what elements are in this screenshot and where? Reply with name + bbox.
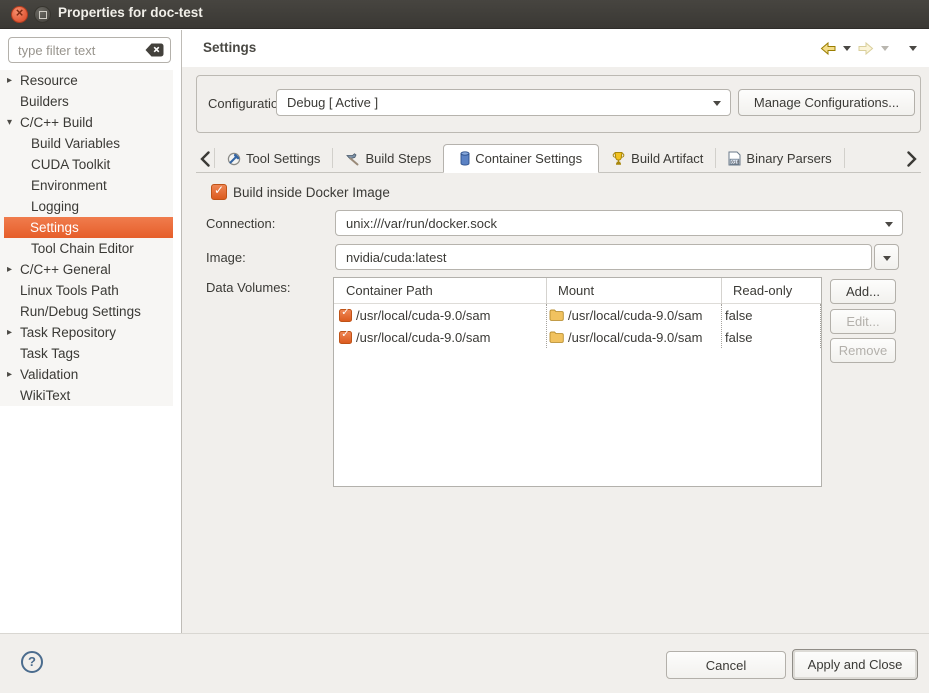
tab-binary-parsers[interactable]: 010 Binary Parsers bbox=[716, 145, 843, 172]
build-inside-docker-checkbox[interactable] bbox=[211, 184, 227, 200]
remove-volume-button[interactable]: Remove bbox=[830, 338, 896, 363]
filter-placeholder: type filter text bbox=[18, 43, 145, 58]
build-steps-icon bbox=[345, 152, 360, 166]
sidebar-item-run-debug-settings[interactable]: Run/Debug Settings bbox=[0, 301, 173, 322]
window-unmaximize-icon[interactable] bbox=[34, 6, 51, 23]
chevron-down-icon bbox=[713, 101, 721, 106]
filter-input[interactable]: type filter text bbox=[8, 37, 171, 63]
forward-arrow-icon[interactable] bbox=[858, 41, 874, 56]
sidebar-item-tool-chain-editor[interactable]: Tool Chain Editor bbox=[0, 238, 173, 259]
sidebar-item-logging[interactable]: Logging bbox=[0, 196, 173, 217]
sidebar-item-environment[interactable]: Environment bbox=[0, 175, 173, 196]
image-dropdown-button[interactable] bbox=[874, 244, 899, 270]
button-bar: ? Cancel Apply and Close bbox=[0, 633, 929, 693]
sidebar-item-task-repository[interactable]: ▸Task Repository bbox=[0, 322, 173, 343]
clear-filter-icon[interactable] bbox=[145, 43, 164, 57]
column-separator bbox=[546, 278, 547, 304]
sidebar-item-cpp-general[interactable]: ▸C/C++ General bbox=[0, 259, 173, 280]
column-separator bbox=[721, 278, 722, 304]
table-header[interactable]: Container Path Mount Read-only bbox=[334, 278, 821, 304]
window-title: Properties for doc-test bbox=[58, 5, 203, 20]
properties-tree: ▸Resource Builders ▾C/C++ Build Build Va… bbox=[0, 70, 173, 406]
sidebar-item-cpp-build[interactable]: ▾C/C++ Build bbox=[0, 112, 173, 133]
chevron-right-icon[interactable]: ▸ bbox=[7, 364, 17, 385]
row-checkbox[interactable] bbox=[339, 309, 352, 322]
connection-label: Connection: bbox=[206, 216, 275, 231]
column-separator bbox=[820, 304, 821, 348]
container-icon bbox=[460, 151, 470, 166]
table-row[interactable]: /usr/local/cuda-9.0/sam /usr/local/cuda-… bbox=[334, 304, 821, 326]
sidebar-item-builders[interactable]: Builders bbox=[0, 91, 173, 112]
chevron-down-icon bbox=[885, 222, 893, 227]
sidebar-item-wikitext[interactable]: WikiText bbox=[0, 385, 173, 406]
view-menu-icon[interactable] bbox=[909, 46, 917, 51]
help-button[interactable]: ? bbox=[21, 651, 43, 673]
tabs-scroll-left-icon[interactable] bbox=[196, 145, 214, 172]
tab-tool-settings[interactable]: Tool Settings bbox=[215, 145, 332, 172]
edit-volume-button[interactable]: Edit... bbox=[830, 309, 896, 334]
settings-tabbar: Tool Settings Build Steps Container Sett… bbox=[196, 145, 921, 173]
connection-combo[interactable]: unix:///var/run/docker.sock bbox=[335, 210, 903, 236]
table-row[interactable]: /usr/local/cuda-9.0/sam /usr/local/cuda-… bbox=[334, 326, 821, 348]
chevron-down-icon bbox=[883, 256, 891, 261]
back-history-menu-icon[interactable] bbox=[843, 46, 851, 51]
sidebar: type filter text ▸Resource Builders ▾C/C… bbox=[0, 30, 181, 633]
add-volume-button[interactable]: Add... bbox=[830, 279, 896, 304]
tab-separator bbox=[844, 148, 845, 168]
chevron-down-icon[interactable]: ▾ bbox=[7, 112, 17, 133]
column-read-only[interactable]: Read-only bbox=[721, 278, 821, 303]
sidebar-item-settings[interactable]: Settings bbox=[4, 217, 173, 238]
build-artifact-icon bbox=[611, 151, 626, 166]
sidebar-item-resource[interactable]: ▸Resource bbox=[0, 70, 173, 91]
back-arrow-icon[interactable] bbox=[820, 41, 836, 56]
column-mount[interactable]: Mount bbox=[546, 278, 721, 303]
svg-text:010: 010 bbox=[732, 159, 741, 165]
tab-build-steps[interactable]: Build Steps bbox=[333, 145, 443, 172]
page-header: Settings bbox=[182, 30, 929, 67]
row-checkbox[interactable] bbox=[339, 331, 352, 344]
chevron-right-icon[interactable]: ▸ bbox=[7, 70, 17, 91]
manage-configurations-button[interactable]: Manage Configurations... bbox=[738, 89, 915, 116]
column-container-path[interactable]: Container Path bbox=[334, 278, 546, 303]
chevron-right-icon[interactable]: ▸ bbox=[7, 322, 17, 343]
cancel-button[interactable]: Cancel bbox=[666, 651, 786, 679]
sidebar-item-cuda-toolkit[interactable]: CUDA Toolkit bbox=[0, 154, 173, 175]
data-volumes-label: Data Volumes: bbox=[206, 280, 291, 295]
titlebar[interactable]: Properties for doc-test bbox=[0, 0, 929, 29]
page-title: Settings bbox=[203, 40, 256, 55]
settings-page: Configuration: Debug [ Active ] Manage C… bbox=[182, 67, 929, 633]
tool-settings-icon bbox=[227, 152, 241, 166]
configuration-combo[interactable]: Debug [ Active ] bbox=[276, 89, 731, 116]
forward-history-menu-icon[interactable] bbox=[881, 46, 889, 51]
properties-dialog: Properties for doc-test type filter text… bbox=[0, 0, 929, 693]
tab-build-artifact[interactable]: Build Artifact bbox=[599, 145, 715, 172]
image-label: Image: bbox=[206, 250, 246, 265]
window-close-icon[interactable] bbox=[11, 6, 28, 23]
chevron-right-icon[interactable]: ▸ bbox=[7, 259, 17, 280]
image-input[interactable]: nvidia/cuda:latest bbox=[335, 244, 872, 270]
sidebar-item-linux-tools-path[interactable]: Linux Tools Path bbox=[0, 280, 173, 301]
data-volumes-table[interactable]: Container Path Mount Read-only /usr/loca… bbox=[333, 277, 822, 487]
folder-icon bbox=[549, 309, 564, 321]
binary-parsers-icon: 010 bbox=[728, 151, 741, 166]
column-separator bbox=[546, 304, 547, 348]
sidebar-item-validation[interactable]: ▸Validation bbox=[0, 364, 173, 385]
apply-and-close-button[interactable]: Apply and Close bbox=[792, 649, 918, 680]
sidebar-item-task-tags[interactable]: Task Tags bbox=[0, 343, 173, 364]
tabs-scroll-right-icon[interactable] bbox=[903, 145, 921, 172]
column-separator bbox=[721, 304, 722, 348]
tab-container-settings[interactable]: Container Settings bbox=[443, 144, 599, 173]
folder-icon bbox=[549, 331, 564, 343]
configuration-group: Configuration: Debug [ Active ] Manage C… bbox=[196, 75, 921, 133]
sidebar-item-build-variables[interactable]: Build Variables bbox=[0, 133, 173, 154]
build-inside-docker-label: Build inside Docker Image bbox=[233, 185, 390, 200]
